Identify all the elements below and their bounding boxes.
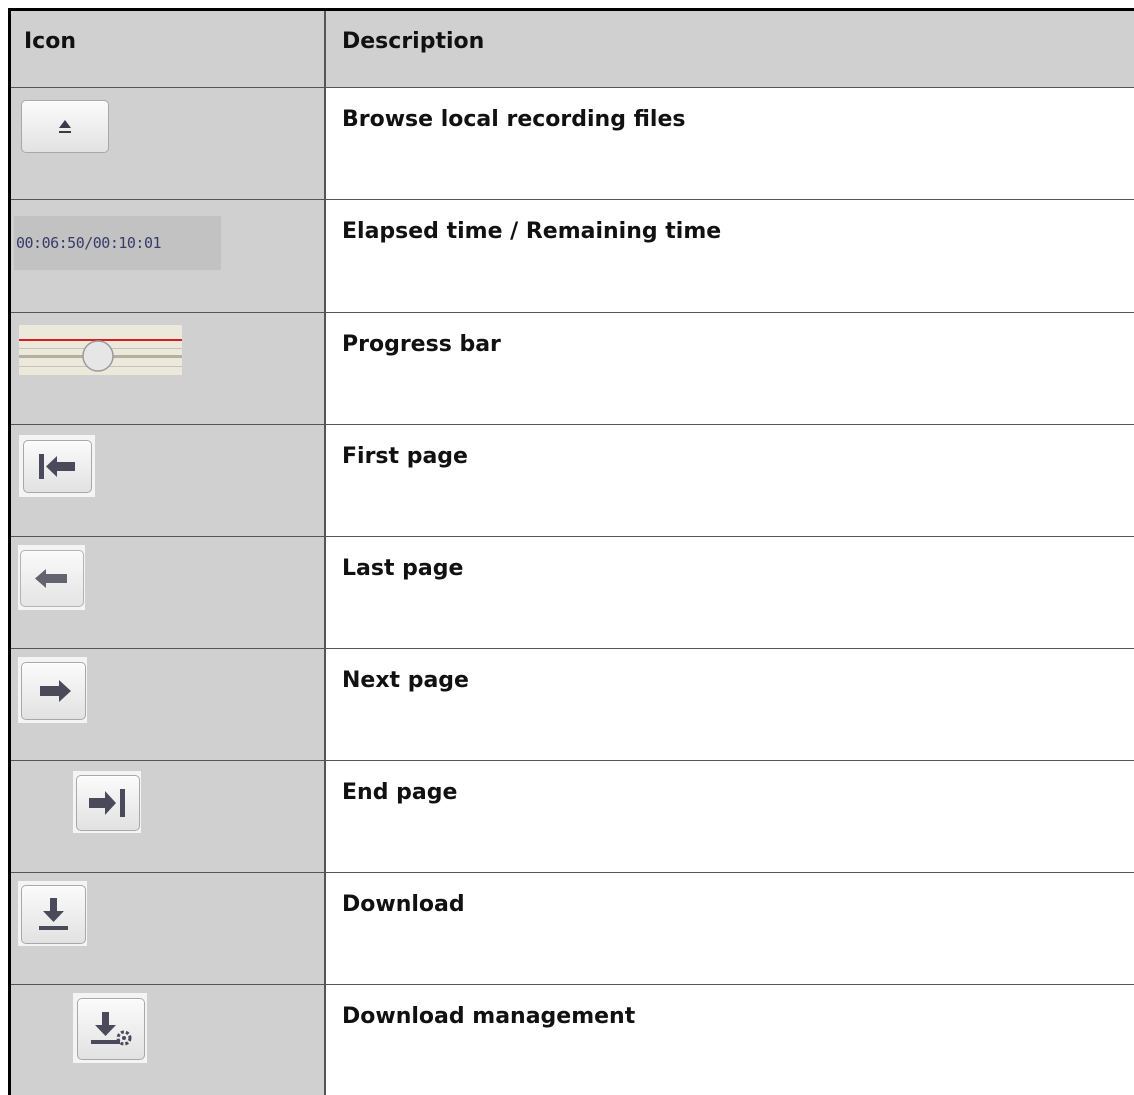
- next-page-icon: [21, 662, 86, 720]
- time-display: 00:06:50/00:10:01: [14, 216, 221, 270]
- row-description: First page: [342, 444, 468, 469]
- table-row: Download: [11, 873, 1134, 985]
- table-row: Download management: [11, 985, 1134, 1095]
- table-row: Browse local recording files: [11, 88, 1134, 200]
- progress-slider-icon: [19, 325, 182, 375]
- table-row: End page: [11, 761, 1134, 873]
- table-row: Progress bar: [11, 313, 1134, 425]
- row-description: End page: [342, 780, 458, 805]
- row-description: Browse local recording files: [342, 107, 686, 132]
- table-row: Last page: [11, 537, 1134, 649]
- header-description: Description: [342, 29, 485, 54]
- row-description: Last page: [342, 556, 464, 581]
- end-page-icon: [76, 775, 140, 831]
- table-header-row: Icon Description: [11, 11, 1134, 88]
- icon-description-table: Icon Description Browse local recording …: [8, 8, 1134, 1095]
- row-description: Next page: [342, 668, 469, 693]
- header-icon: Icon: [24, 29, 77, 54]
- row-description: Download: [342, 892, 465, 917]
- row-description: Download management: [342, 1004, 636, 1029]
- table-row: 00:06:50/00:10:01 Elapsed time / Remaini…: [11, 200, 1134, 313]
- first-page-icon: [23, 440, 92, 493]
- table-row: First page: [11, 425, 1134, 537]
- download-icon: [21, 885, 86, 944]
- row-description: Elapsed time / Remaining time: [342, 219, 722, 244]
- download-management-icon: [77, 998, 145, 1060]
- table-row: Next page: [11, 649, 1134, 761]
- eject-icon: [21, 100, 109, 153]
- row-description: Progress bar: [342, 332, 501, 357]
- previous-page-icon: [20, 550, 84, 607]
